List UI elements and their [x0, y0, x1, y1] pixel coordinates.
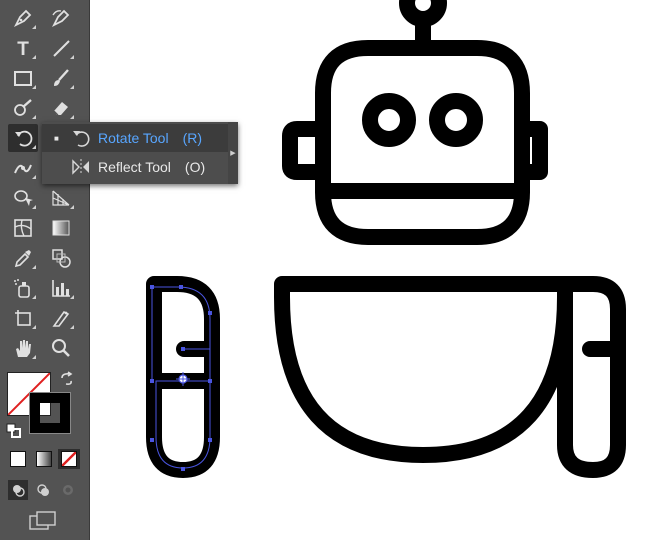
- robot-left-eye: [362, 93, 416, 147]
- type-icon: T: [17, 39, 29, 59]
- svg-text:T: T: [17, 39, 29, 59]
- gradient-mode-button[interactable]: [33, 449, 55, 469]
- shaper-tool[interactable]: [8, 94, 38, 122]
- flyout-item-shortcut: (O): [184, 159, 206, 175]
- robot-right-arm: [557, 276, 626, 478]
- gradient-tool[interactable]: [46, 214, 76, 242]
- reflect-icon: [68, 156, 94, 178]
- eraser-icon: [53, 102, 68, 116]
- width-icon: [14, 164, 32, 174]
- eyedropper-tool[interactable]: [8, 244, 38, 272]
- draw-normal-button[interactable]: [8, 480, 28, 500]
- hand-tool[interactable]: [8, 334, 38, 362]
- pen-icon: [13, 9, 32, 28]
- gradient-icon: [52, 220, 70, 236]
- artboard-tool[interactable]: [8, 304, 38, 332]
- shaper-icon: [14, 99, 32, 116]
- shape-builder-tool[interactable]: [8, 184, 38, 212]
- stroke-swatch[interactable]: [29, 392, 71, 434]
- symbol-sprayer-icon: [14, 279, 30, 298]
- curvature-pen-icon: [51, 9, 70, 28]
- slice-tool[interactable]: [46, 304, 76, 332]
- artboard-icon: [15, 310, 31, 326]
- robot-right-eye: [429, 93, 483, 147]
- draw-inside-button[interactable]: [58, 480, 78, 500]
- tear-off-arrow[interactable]: ▶: [228, 122, 238, 184]
- eyedropper-icon: [14, 250, 31, 268]
- rectangle-icon: [14, 71, 32, 86]
- mesh-tool[interactable]: [8, 214, 38, 242]
- rotate-icon: [15, 130, 33, 147]
- robot-head: [315, 40, 530, 245]
- screen-mode-icon: [29, 511, 56, 530]
- rectangle-tool[interactable]: [8, 64, 38, 92]
- line-segment-tool[interactable]: [46, 34, 76, 62]
- pen-tool[interactable]: [8, 4, 38, 32]
- line-icon: [53, 40, 70, 57]
- draw-behind-button[interactable]: [33, 480, 53, 500]
- perspective-grid-icon: [52, 190, 70, 206]
- screen-mode-button[interactable]: [28, 510, 58, 532]
- hand-icon: [16, 340, 31, 357]
- column-graph-tool[interactable]: [46, 274, 76, 302]
- robot-illustration: [146, 0, 626, 478]
- default-fill-stroke-icon[interactable]: [6, 423, 22, 439]
- zoom-tool[interactable]: [46, 334, 76, 362]
- paintbrush-icon: [54, 69, 69, 86]
- paintbrush-tool[interactable]: [46, 64, 76, 92]
- color-mode-button[interactable]: [7, 449, 29, 469]
- none-mode-button[interactable]: [58, 449, 80, 469]
- symbol-sprayer-tool[interactable]: [8, 274, 38, 302]
- flyout-item-label: Rotate Tool: [98, 130, 169, 146]
- flyout-item-label: Reflect Tool: [98, 159, 171, 175]
- blend-tool[interactable]: [46, 244, 76, 272]
- flyout-item-shortcut: (R): [182, 130, 203, 146]
- rotate-icon: [68, 127, 94, 149]
- blend-icon: [52, 249, 71, 268]
- mesh-icon: [14, 219, 32, 237]
- swap-fill-stroke-icon[interactable]: [58, 370, 76, 388]
- zoom-icon: [52, 339, 70, 357]
- flyout-item-rotate-tool[interactable]: ■ Rotate Tool (R): [42, 124, 230, 152]
- rotate-tool-flyout: ■ Rotate Tool (R) Reflect Tool (O) ▶: [42, 122, 238, 184]
- flyout-item-reflect-tool[interactable]: Reflect Tool (O): [42, 153, 230, 181]
- rotate-tool[interactable]: [8, 124, 38, 152]
- curvature-tool[interactable]: [46, 4, 76, 32]
- tools-panel: T: [0, 0, 90, 540]
- artboard-canvas[interactable]: [90, 0, 666, 540]
- selected-indicator: ■: [54, 133, 59, 143]
- perspective-grid-tool[interactable]: [46, 184, 76, 212]
- slice-icon: [52, 310, 70, 327]
- type-tool[interactable]: T: [8, 34, 38, 62]
- robot-body: [274, 276, 573, 463]
- width-tool[interactable]: [8, 154, 38, 182]
- eraser-tool[interactable]: [46, 94, 76, 122]
- column-graph-icon: [52, 280, 70, 297]
- shape-builder-icon: [14, 190, 33, 206]
